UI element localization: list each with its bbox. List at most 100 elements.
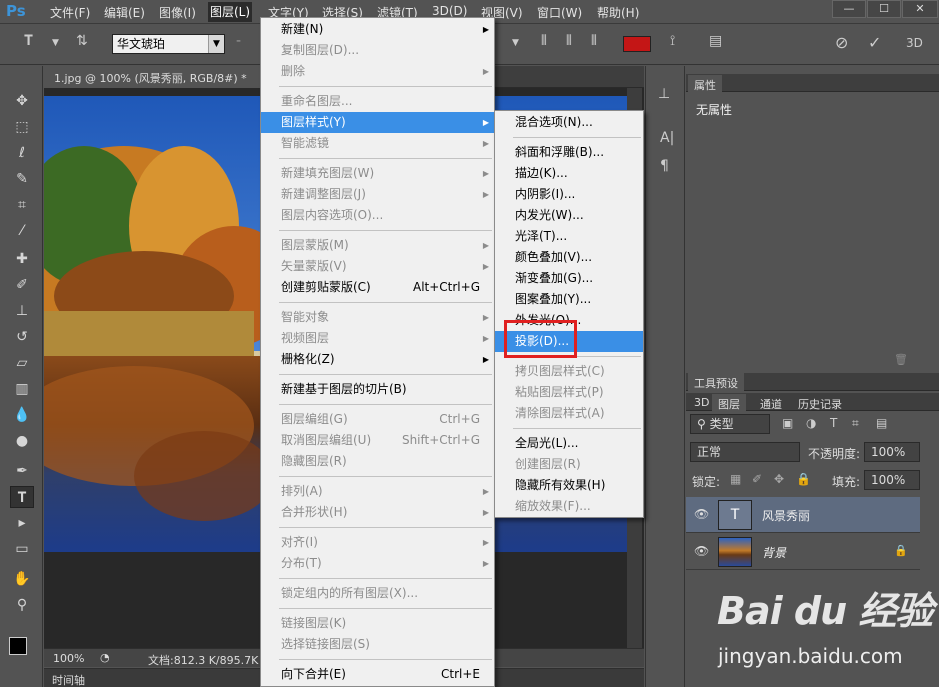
menu-item[interactable]: 图层样式(Y) ▶ bbox=[261, 112, 494, 133]
move-tool-icon[interactable]: ✥ bbox=[10, 90, 34, 112]
menu-image[interactable]: 图像(I) bbox=[159, 4, 196, 21]
status-menu-icon[interactable]: ◔ bbox=[100, 651, 110, 664]
dodge-tool-icon[interactable]: ● bbox=[10, 430, 34, 452]
tab-layers[interactable]: 图层 bbox=[712, 394, 746, 414]
lasso-tool-icon[interactable]: ℓ bbox=[10, 142, 34, 164]
tool-presets-tab[interactable]: 工具预设 bbox=[688, 373, 744, 393]
menu-item[interactable]: 斜面和浮雕(B)... bbox=[495, 142, 643, 163]
menu-item[interactable]: 全局光(L)... bbox=[495, 433, 643, 454]
tool-presets-icon[interactable]: ⊥ bbox=[658, 86, 670, 102]
menu-item-label: 斜面和浮雕(B)... bbox=[515, 145, 605, 159]
quick-select-tool-icon[interactable]: ✎ bbox=[10, 168, 34, 190]
type-tool-preset-icon[interactable]: 𝐓 bbox=[24, 33, 33, 49]
menu-item[interactable]: 内阴影(I)... bbox=[495, 184, 643, 205]
align-left-icon[interactable]: ⫴ bbox=[541, 33, 547, 49]
font-family-select[interactable]: 华文琥珀 ▼ bbox=[112, 34, 225, 54]
type-tool-icon[interactable]: 𝐓 bbox=[10, 486, 34, 508]
menu-item[interactable]: 新建(N) ▶ bbox=[261, 19, 494, 40]
lock-label: 锁定: bbox=[692, 475, 721, 489]
visibility-eye-icon[interactable]: 👁 bbox=[694, 507, 709, 521]
marquee-tool-icon[interactable]: ⬚ bbox=[10, 116, 34, 138]
menu-item[interactable]: 光泽(T)... bbox=[495, 226, 643, 247]
lock-pixels-icon[interactable]: ✐ bbox=[752, 472, 762, 486]
gradient-tool-icon[interactable]: ▥ bbox=[10, 378, 34, 400]
pixel-filter-icon[interactable]: ▣ bbox=[782, 416, 793, 430]
history-brush-tool-icon[interactable]: ↺ bbox=[10, 326, 34, 348]
menu-window[interactable]: 窗口(W) bbox=[537, 4, 582, 21]
align-center-icon[interactable]: ⫴ bbox=[566, 33, 572, 49]
menu-item[interactable]: 栅格化(Z) ▶ bbox=[261, 349, 494, 370]
opacity-input[interactable]: 100% bbox=[864, 442, 920, 462]
menu-file[interactable]: 文件(F) bbox=[50, 4, 90, 21]
pen-tool-icon[interactable]: ✒ bbox=[10, 460, 34, 482]
type-filter-icon[interactable]: T bbox=[830, 416, 837, 430]
menu-item[interactable]: 颜色叠加(V)... bbox=[495, 247, 643, 268]
lock-position-icon[interactable]: ✥ bbox=[774, 472, 784, 486]
layer-filter-select[interactable]: ⚲ 类型 bbox=[690, 414, 770, 434]
menu-edit[interactable]: 编辑(E) bbox=[104, 4, 145, 21]
menu-help[interactable]: 帮助(H) bbox=[597, 4, 639, 21]
menu-item[interactable]: 创建剪贴蒙版(C) Alt+Ctrl+G bbox=[261, 277, 494, 298]
menu-item[interactable]: 描边(K)... bbox=[495, 163, 643, 184]
font-style-select[interactable]: - bbox=[236, 33, 241, 49]
menu-item-label: 新建调整图层(J) bbox=[281, 187, 366, 201]
zoom-tool-icon[interactable]: ⚲ bbox=[10, 594, 34, 616]
zoom-level[interactable]: 100% bbox=[53, 652, 84, 665]
layer-row-text[interactable]: 👁 T 风景秀丽 bbox=[686, 497, 920, 533]
fill-value: 100% bbox=[871, 473, 906, 487]
menu-layer[interactable]: 图层(L) bbox=[208, 2, 253, 22]
minimize-icon[interactable]: — bbox=[832, 0, 866, 18]
path-selection-tool-icon[interactable]: ▸ bbox=[10, 512, 34, 534]
menu-item[interactable]: 新建基于图层的切片(B) bbox=[261, 379, 494, 400]
text-color-swatch[interactable] bbox=[623, 36, 651, 52]
hand-tool-icon[interactable]: ✋ bbox=[10, 568, 34, 590]
blend-mode-select[interactable]: 正常 bbox=[690, 442, 800, 462]
submenu-arrow-icon: ▶ bbox=[482, 262, 489, 271]
text-orientation-icon[interactable]: ⇅ bbox=[76, 33, 88, 49]
watermark-site-text: jingyan.baidu.com bbox=[718, 644, 903, 668]
visibility-eye-icon[interactable]: 👁 bbox=[694, 544, 709, 558]
fill-input[interactable]: 100% bbox=[864, 470, 920, 490]
menu-item[interactable]: 混合选项(N)... bbox=[495, 112, 643, 133]
chevron-down-icon[interactable]: ▼ bbox=[512, 38, 519, 48]
document-tab[interactable]: 1.jpg @ 100% (风景秀丽, RGB/8#) * bbox=[44, 66, 260, 88]
character-panel-icon[interactable]: ▤ bbox=[709, 33, 722, 49]
commit-icon[interactable]: ✓ bbox=[868, 33, 881, 52]
align-right-icon[interactable]: ⫴ bbox=[591, 33, 597, 49]
trash-icon[interactable]: 🗑 bbox=[894, 353, 908, 366]
smart-object-filter-icon[interactable]: ▤ bbox=[876, 416, 887, 430]
character-icon[interactable]: A| bbox=[660, 130, 674, 146]
cancel-icon[interactable]: ⊘ bbox=[835, 33, 848, 52]
blur-tool-icon[interactable]: 💧 bbox=[10, 404, 34, 426]
properties-tab[interactable]: 属性 bbox=[688, 75, 722, 95]
menu-item[interactable]: 渐变叠加(G)... bbox=[495, 268, 643, 289]
properties-panel: 属性 无属性 🗑 bbox=[686, 66, 939, 372]
adjustment-filter-icon[interactable]: ◑ bbox=[806, 416, 816, 430]
lock-transparent-icon[interactable]: ▦ bbox=[730, 472, 741, 486]
brush-tool-icon[interactable]: ✐ bbox=[10, 274, 34, 296]
tab-channels[interactable]: 通道 bbox=[754, 394, 788, 414]
chevron-down-icon[interactable]: ▼ bbox=[52, 38, 59, 48]
menu-item[interactable]: 隐藏所有效果(H) bbox=[495, 475, 643, 496]
maximize-icon[interactable]: ☐ bbox=[867, 0, 901, 18]
foreground-color-swatch[interactable] bbox=[9, 637, 27, 655]
warp-text-icon[interactable]: ⟟ bbox=[670, 33, 675, 49]
menu-item: 链接图层(K) bbox=[261, 613, 494, 634]
menu-item[interactable]: 内发光(W)... bbox=[495, 205, 643, 226]
3d-icon[interactable]: 3D bbox=[906, 36, 923, 50]
clone-stamp-tool-icon[interactable]: ⊥ bbox=[10, 300, 34, 322]
menu-item[interactable]: 图案叠加(Y)... bbox=[495, 289, 643, 310]
close-icon[interactable]: ✕ bbox=[902, 0, 938, 18]
shape-filter-icon[interactable]: ⌗ bbox=[852, 416, 859, 431]
menu-item[interactable]: 向下合并(E) Ctrl+E bbox=[261, 664, 494, 685]
menu-3d[interactable]: 3D(D) bbox=[432, 4, 467, 18]
shape-tool-icon[interactable]: ▭ bbox=[10, 538, 34, 560]
eraser-tool-icon[interactable]: ▱ bbox=[10, 352, 34, 374]
tab-history[interactable]: 历史记录 bbox=[792, 394, 848, 414]
healing-brush-tool-icon[interactable]: ✚ bbox=[10, 248, 34, 270]
layer-row-background[interactable]: 👁 背景 🔒 bbox=[686, 534, 920, 570]
crop-tool-icon[interactable]: ⌗ bbox=[10, 194, 34, 216]
paragraph-icon[interactable]: ¶ bbox=[660, 158, 669, 174]
lock-all-icon[interactable]: 🔒 bbox=[796, 472, 811, 486]
eyedropper-tool-icon[interactable]: ⁄ bbox=[10, 220, 34, 242]
